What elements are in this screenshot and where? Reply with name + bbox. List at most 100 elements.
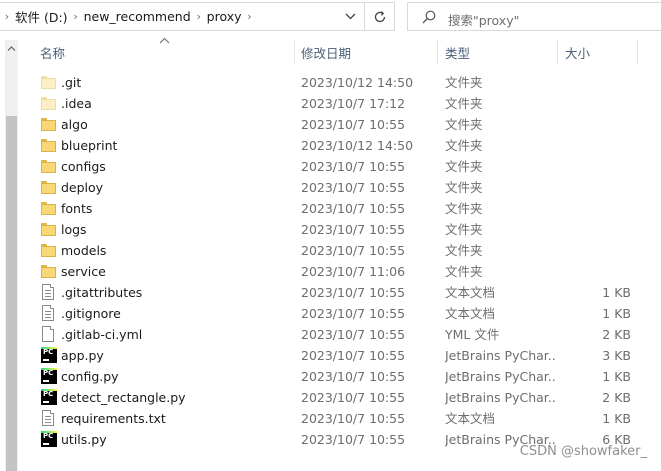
file-row[interactable]: service 2023/10/7 11:06 文件夹 xyxy=(28,261,661,282)
column-divider[interactable] xyxy=(294,40,295,64)
file-name: deploy xyxy=(61,180,104,195)
file-name: utils.py xyxy=(61,432,107,447)
breadcrumb-new-recommend[interactable]: new_recommend xyxy=(83,9,192,24)
folder-icon xyxy=(41,221,57,238)
file-size xyxy=(568,219,631,240)
file-row[interactable]: logs 2023/10/7 10:55 文件夹 xyxy=(28,219,661,240)
file-size: 1 KB xyxy=(602,306,631,321)
column-divider[interactable] xyxy=(637,40,638,64)
breadcrumb-separator-icon[interactable]: › xyxy=(243,10,257,23)
column-name[interactable]: 名称 xyxy=(40,38,295,66)
address-bar[interactable]: › 软件 (D:) › new_recommend › proxy › xyxy=(0,2,395,31)
file-row[interactable]: fonts 2023/10/7 10:55 文件夹 xyxy=(28,198,661,219)
file-size xyxy=(568,240,631,261)
address-history-dropdown-button[interactable] xyxy=(336,3,364,30)
watermark-text: CSDN @showfaker_ xyxy=(519,444,647,459)
file-type: 文件夹 xyxy=(445,96,483,111)
file-row[interactable]: PC detect_rectangle.py 2023/10/7 10:55 JetB… xyxy=(28,387,661,408)
scrollbar-thumb[interactable] xyxy=(6,116,17,471)
column-type[interactable]: 类型 xyxy=(445,38,557,66)
file-type: 文件夹 xyxy=(445,180,483,195)
pycharm-file-icon: PC xyxy=(41,431,57,448)
breadcrumb-separator-icon[interactable]: › xyxy=(69,10,83,23)
file-type: 文本文档 xyxy=(445,411,496,426)
text-file-icon xyxy=(41,410,57,427)
file-name: models xyxy=(61,243,107,258)
file-row[interactable]: models 2023/10/7 10:55 文件夹 xyxy=(28,240,661,261)
column-divider[interactable] xyxy=(437,40,438,64)
pycharm-file-icon: PC xyxy=(41,347,57,364)
file-type: 文件夹 xyxy=(445,243,483,258)
file-size xyxy=(568,93,631,114)
file-row[interactable]: PC app.py 2023/10/7 10:55 JetBrains PyChar.… xyxy=(28,345,661,366)
file-type: 文件夹 xyxy=(445,222,483,237)
file-date-modified: 2023/10/7 10:55 xyxy=(301,243,406,258)
file-size: 1 KB xyxy=(602,285,631,300)
file-name: logs xyxy=(61,222,87,237)
file-type: JetBrains PyChar... xyxy=(445,348,557,363)
file-name: .gitignore xyxy=(61,306,121,321)
text-file-icon xyxy=(41,284,57,301)
file-size xyxy=(568,156,631,177)
file-list: .git 2023/10/12 14:50 文件夹 .idea 2023/10/7 17… xyxy=(28,72,661,450)
file-name: service xyxy=(61,264,106,279)
blank-file-icon xyxy=(41,326,57,343)
folder-icon xyxy=(41,158,57,175)
folder-icon xyxy=(41,116,57,133)
file-date-modified: 2023/10/7 10:55 xyxy=(301,180,406,195)
file-row[interactable]: requirements.txt 2023/10/7 10:55 文本文档 1 KB xyxy=(28,408,661,429)
file-row[interactable]: .git 2023/10/12 14:50 文件夹 xyxy=(28,72,661,93)
file-row[interactable]: blueprint 2023/10/12 14:50 文件夹 xyxy=(28,135,661,156)
file-row[interactable]: .gitignore 2023/10/7 10:55 文本文档 1 KB xyxy=(28,303,661,324)
file-size: 2 KB xyxy=(602,327,631,342)
file-name: requirements.txt xyxy=(61,411,166,426)
file-type: 文件夹 xyxy=(445,159,483,174)
file-size xyxy=(568,135,631,156)
file-row[interactable]: .gitattributes 2023/10/7 10:55 文本文档 1 KB xyxy=(28,282,661,303)
file-size xyxy=(568,72,631,93)
file-name: algo xyxy=(61,117,88,132)
file-type: JetBrains PyChar... xyxy=(445,369,557,384)
file-size: 1 KB xyxy=(602,369,631,384)
file-row[interactable]: .gitlab-ci.yml 2023/10/7 10:55 YML 文件 2 KB xyxy=(28,324,661,345)
file-type: 文件夹 xyxy=(445,201,483,216)
pycharm-file-icon: PC xyxy=(41,368,57,385)
folder-icon xyxy=(41,242,57,259)
file-row[interactable]: configs 2023/10/7 10:55 文件夹 xyxy=(28,156,661,177)
scroll-up-arrow-icon[interactable] xyxy=(7,44,16,53)
breadcrumb-drive[interactable]: 软件 (D:) xyxy=(14,7,69,26)
refresh-button[interactable] xyxy=(364,3,394,30)
file-date-modified: 2023/10/7 10:55 xyxy=(301,201,406,216)
folder-faded-icon xyxy=(41,74,57,91)
breadcrumb-separator-icon[interactable]: › xyxy=(0,10,14,23)
file-name: config.py xyxy=(61,369,119,384)
breadcrumb-separator-icon[interactable]: › xyxy=(192,10,206,23)
search-input[interactable]: 搜索"proxy" xyxy=(448,10,519,29)
file-row[interactable]: PC config.py 2023/10/7 10:55 JetBrains PyCh… xyxy=(28,366,661,387)
file-date-modified: 2023/10/7 10:55 xyxy=(301,222,406,237)
file-name: .idea xyxy=(61,96,92,111)
file-row[interactable]: .idea 2023/10/7 17:12 文件夹 xyxy=(28,93,661,114)
column-date-modified[interactable]: 修改日期 xyxy=(301,38,437,66)
text-file-icon xyxy=(41,305,57,322)
file-name: .gitattributes xyxy=(61,285,143,300)
chevron-down-icon xyxy=(345,13,355,20)
column-size[interactable]: 大小 xyxy=(565,38,635,66)
file-date-modified: 2023/10/12 14:50 xyxy=(301,75,414,90)
column-divider[interactable] xyxy=(557,40,558,64)
navigation-pane-scrollbar[interactable] xyxy=(5,40,18,471)
folder-faded-icon xyxy=(41,95,57,112)
search-box[interactable]: 搜索"proxy" xyxy=(407,2,661,31)
folder-icon xyxy=(41,137,57,154)
file-row[interactable]: deploy 2023/10/7 10:55 文件夹 xyxy=(28,177,661,198)
file-type: 文件夹 xyxy=(445,138,483,153)
file-name: app.py xyxy=(61,348,104,363)
file-date-modified: 2023/10/7 17:12 xyxy=(301,96,406,111)
file-row[interactable]: algo 2023/10/7 10:55 文件夹 xyxy=(28,114,661,135)
file-size xyxy=(568,261,631,282)
breadcrumb-proxy[interactable]: proxy xyxy=(206,9,243,24)
file-date-modified: 2023/10/7 10:55 xyxy=(301,390,406,405)
file-date-modified: 2023/10/7 11:06 xyxy=(301,264,406,279)
file-date-modified: 2023/10/7 10:55 xyxy=(301,159,406,174)
file-type: JetBrains PyChar... xyxy=(445,390,557,405)
